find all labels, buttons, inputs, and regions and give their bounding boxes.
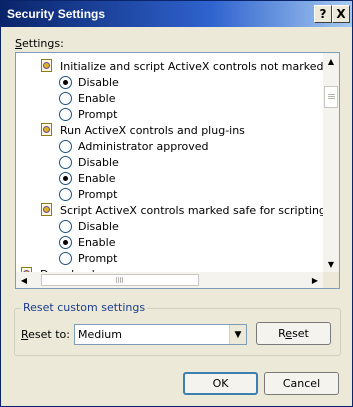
settings-option-label: Prompt (78, 107, 118, 121)
settings-radio-option[interactable]: Disable (59, 154, 119, 170)
cancel-button[interactable]: Cancel (264, 372, 339, 395)
settings-radio-option[interactable]: Prompt (59, 186, 117, 202)
ok-button[interactable]: OK (183, 372, 258, 395)
vertical-thumb-grip (328, 94, 335, 100)
settings-listbox[interactable]: Initialize and script ActiveX controls n… (15, 52, 340, 289)
settings-radio-option[interactable]: Disable (59, 74, 119, 90)
settings-label: Settings: (15, 37, 64, 50)
settings-radio-option[interactable]: Disable (59, 218, 119, 234)
reset-to-value: Medium (78, 328, 122, 341)
reset-to-label: Reset to: (21, 328, 70, 341)
radio-button[interactable] (59, 107, 72, 121)
settings-radio-option[interactable]: Prompt (59, 250, 117, 266)
reset-to-dropdown[interactable]: Medium ▼ (74, 324, 247, 345)
reset-button-label: Reset (278, 327, 309, 340)
radio-button[interactable] (59, 139, 72, 153)
radio-button[interactable] (59, 91, 72, 105)
settings-option-label: Enable (78, 91, 116, 105)
radio-button[interactable] (59, 235, 72, 249)
reset-button[interactable]: Reset (256, 322, 331, 345)
scroll-up-arrow-icon[interactable]: ▲ (323, 53, 339, 69)
settings-radio-option[interactable]: Administrator approved (59, 138, 208, 154)
scroll-left-arrow-icon[interactable]: ◀ (16, 272, 32, 288)
settings-category[interactable]: Initialize and script ActiveX controls n… (40, 58, 323, 74)
settings-category[interactable]: Script ActiveX controls marked safe for … (40, 202, 323, 218)
settings-list: Initialize and script ActiveX controls n… (16, 53, 323, 272)
radio-button[interactable] (59, 155, 72, 169)
settings-category-label: Initialize and script ActiveX controls n… (60, 59, 323, 73)
scroll-down-arrow-icon[interactable]: ▼ (323, 256, 339, 272)
radio-button[interactable] (59, 75, 72, 89)
radio-button[interactable] (59, 219, 72, 233)
reset-to-label-rest: eset to: (28, 328, 70, 341)
settings-radio-option[interactable]: Enable (59, 234, 115, 250)
settings-option-label: Administrator approved (78, 139, 209, 153)
settings-radio-option[interactable]: Enable (59, 90, 115, 106)
settings-option-label: Enable (78, 235, 116, 249)
radio-button[interactable] (59, 251, 72, 265)
settings-option-label: Prompt (78, 251, 118, 265)
horizontal-scroll-thumb[interactable] (41, 274, 199, 286)
settings-category-icon (40, 203, 54, 217)
settings-radio-option[interactable]: Enable (59, 170, 115, 186)
settings-option-label: Disable (78, 75, 119, 89)
close-button[interactable]: X (332, 5, 350, 23)
settings-category-icon (40, 59, 54, 73)
settings-option-label: Disable (78, 219, 119, 233)
title-bar[interactable]: Security Settings ? X (1, 1, 352, 27)
vertical-scroll-thumb[interactable] (324, 86, 338, 108)
horizontal-thumb-grip (116, 277, 123, 283)
scrollbar-corner (323, 272, 339, 288)
settings-radio-option[interactable]: Prompt (59, 106, 117, 122)
horizontal-scrollbar[interactable]: ◀ ▶ (16, 272, 323, 288)
settings-option-label: Enable (78, 171, 116, 185)
settings-category-label: Script ActiveX controls marked safe for … (60, 203, 323, 217)
radio-button[interactable] (59, 171, 72, 185)
chevron-down-icon[interactable]: ▼ (229, 325, 246, 344)
group-legend: Reset custom settings (21, 301, 148, 314)
scroll-right-arrow-icon[interactable]: ▶ (307, 272, 323, 288)
security-settings-dialog: Security Settings ? X Settings: Initiali… (0, 0, 353, 407)
settings-option-label: Prompt (78, 187, 118, 201)
settings-category-label: Run ActiveX controls and plug-ins (60, 123, 245, 137)
radio-button[interactable] (59, 187, 72, 201)
settings-category[interactable]: Run ActiveX controls and plug-ins (40, 122, 245, 138)
window-title: Security Settings (7, 7, 106, 21)
help-button[interactable]: ? (314, 5, 332, 23)
settings-category-icon (40, 123, 54, 137)
vertical-scrollbar[interactable]: ▲ ▼ (323, 53, 339, 272)
settings-option-label: Disable (78, 155, 119, 169)
